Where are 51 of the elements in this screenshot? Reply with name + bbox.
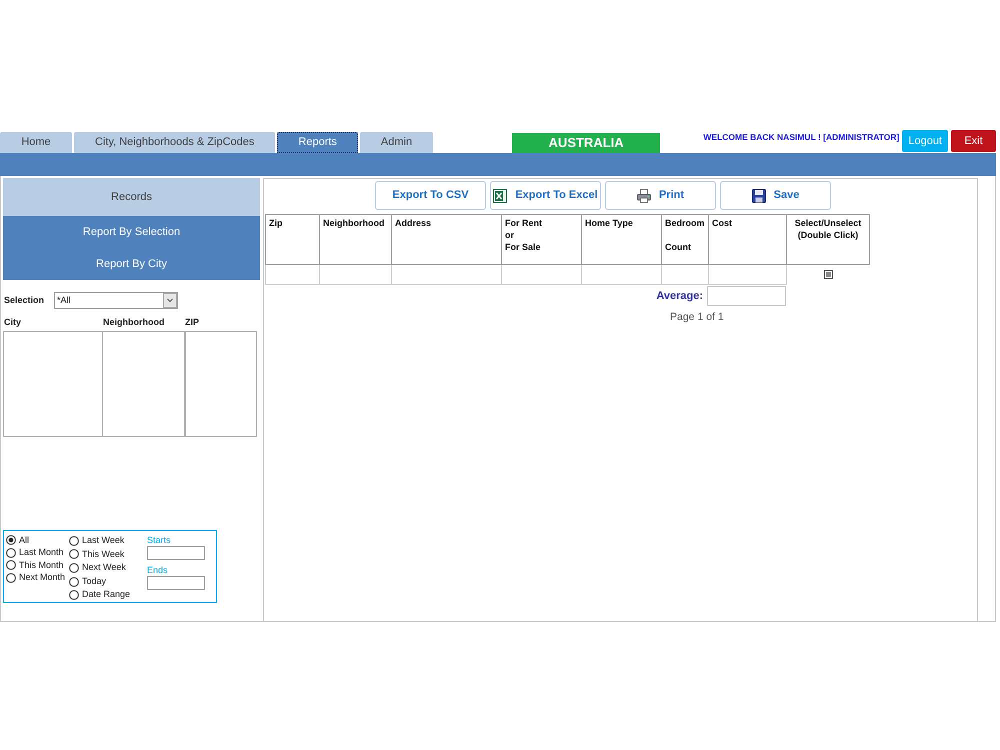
spreadsheet-icon xyxy=(493,188,508,202)
tab[interactable]: Reports xyxy=(277,132,358,153)
radio-option[interactable]: Next Month xyxy=(6,572,69,584)
tab[interactable]: Home xyxy=(0,132,72,153)
date-field[interactable] xyxy=(147,576,205,590)
average-field[interactable] xyxy=(707,286,786,306)
tab[interactable]: Admin xyxy=(360,132,434,153)
radio-option[interactable]: Last Month xyxy=(6,546,69,560)
column-header: ZIP xyxy=(185,317,200,327)
field-label: Starts xyxy=(147,535,172,546)
radio-option[interactable]: Today xyxy=(69,574,147,588)
records-button[interactable]: Records xyxy=(3,178,260,216)
region-label: AUSTRALIA xyxy=(512,133,660,153)
sidebar-item[interactable]: Report By City xyxy=(3,248,260,280)
average-label: Average: xyxy=(655,288,704,304)
column-header: Select/Unselect (Double Click) xyxy=(786,214,870,264)
column-header: Zip xyxy=(266,214,320,264)
column-header: For Rent or For Sale xyxy=(502,214,582,264)
column-header: Neighborhood xyxy=(103,317,166,327)
toolbar-button[interactable]: Export To CSV xyxy=(375,181,486,210)
field-label: Selection xyxy=(3,294,46,307)
column-header: Bedroom Count xyxy=(662,214,708,264)
toolbar-button[interactable]: Print xyxy=(605,181,716,210)
tab[interactable]: City, Neighborhoods & ZipCodes xyxy=(74,132,276,153)
radio-option[interactable]: Last Week xyxy=(69,534,147,548)
chevron-down-icon xyxy=(163,293,177,308)
column-header: Address xyxy=(392,214,502,264)
column-header: Neighborhood xyxy=(320,214,392,264)
field-label: Ends xyxy=(147,565,169,576)
table-cell xyxy=(266,264,320,284)
sidebar-item[interactable]: Report By Selection xyxy=(3,216,260,248)
printer-icon xyxy=(636,188,651,202)
save-icon xyxy=(752,188,766,202)
welcome-text: WELCOME BACK NASIMUL ! [ADMINISTRATOR] xyxy=(703,131,900,144)
exit-button[interactable]: Exit xyxy=(951,130,996,152)
column-header: Cost xyxy=(708,214,786,264)
column-header: City xyxy=(3,317,22,327)
selection-dropdown[interactable]: *All xyxy=(54,292,178,309)
radio-option[interactable]: Date Range xyxy=(69,588,147,602)
table-cell xyxy=(320,264,392,284)
column-header: Home Type xyxy=(582,214,662,264)
radio-option[interactable]: This Month xyxy=(6,559,69,572)
radio-option[interactable]: Next Week xyxy=(69,561,147,575)
table-cell xyxy=(662,264,708,284)
radio-option[interactable]: This Week xyxy=(69,548,147,562)
radio-option[interactable]: All xyxy=(6,534,69,547)
toolbar-button[interactable]: Export To Excel xyxy=(490,181,601,210)
date-field[interactable] xyxy=(147,546,205,560)
page-indicator: Page 1 of 1 xyxy=(670,311,724,323)
list-box[interactable] xyxy=(3,331,257,437)
toolbar-button[interactable]: Save xyxy=(720,181,831,210)
